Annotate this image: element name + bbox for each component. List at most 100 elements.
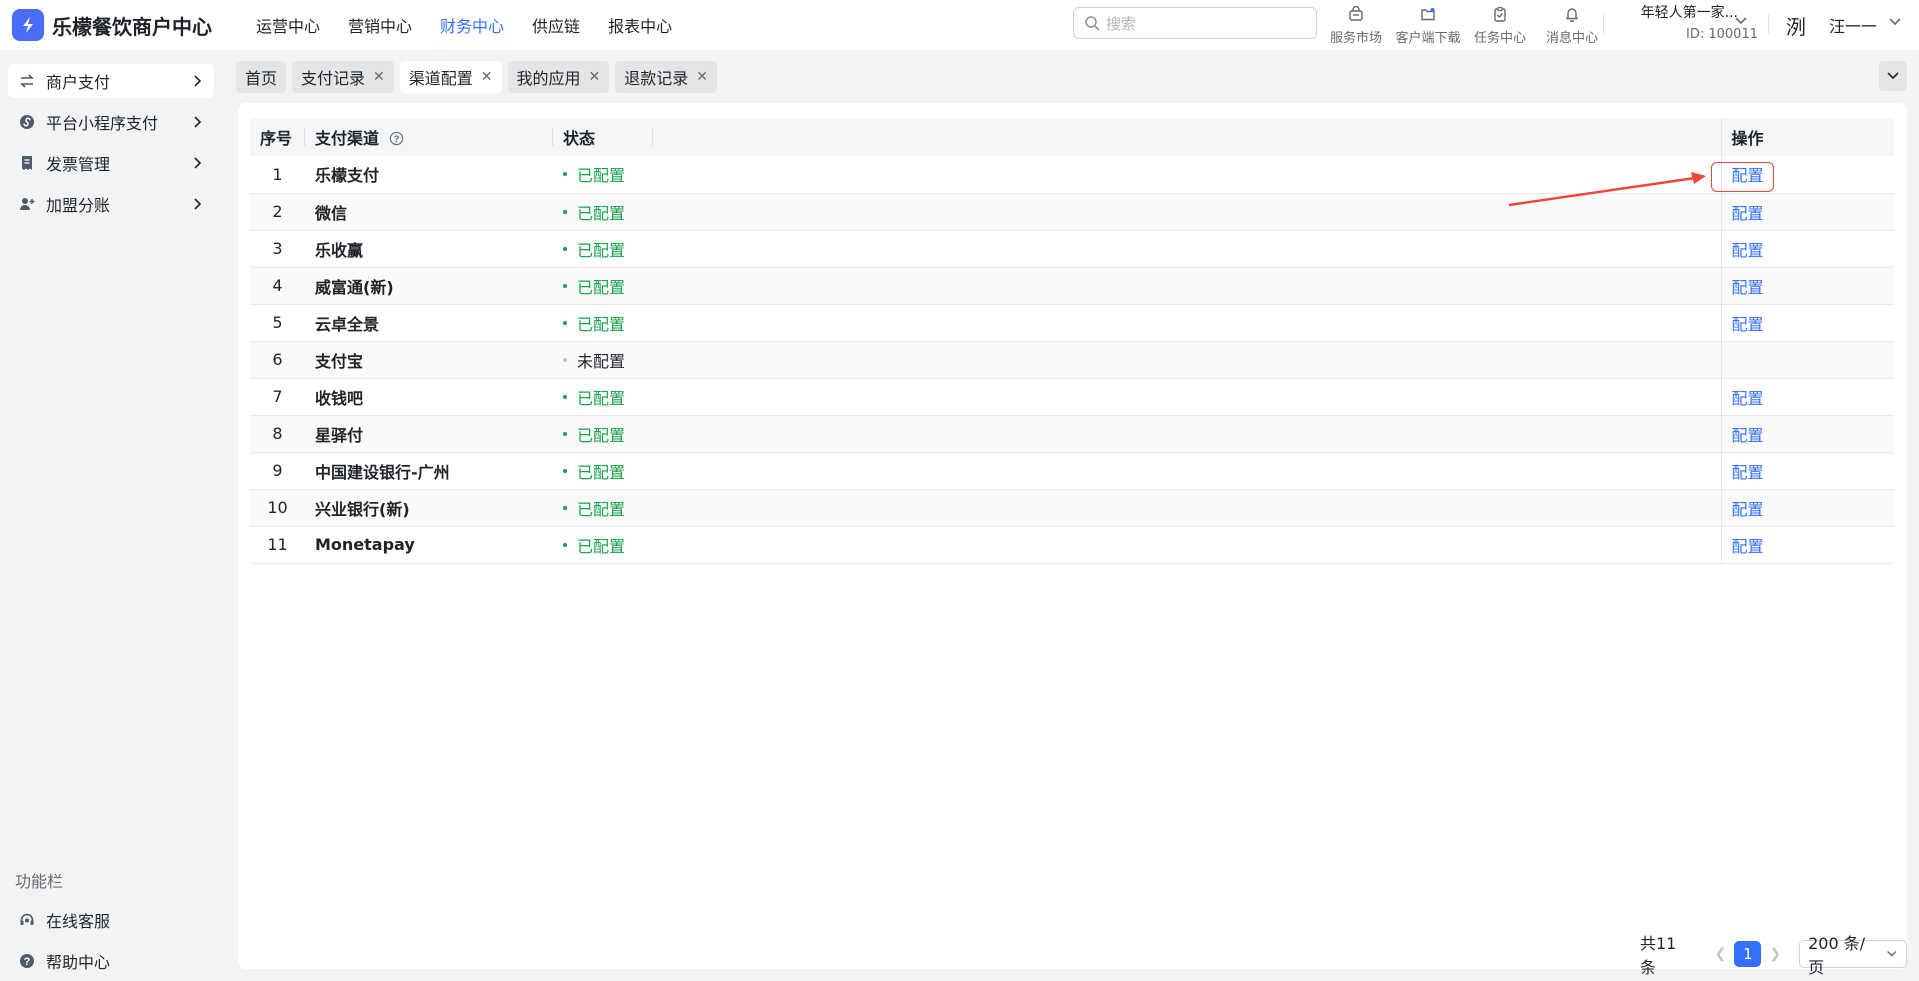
status-text: 已配置 bbox=[577, 425, 626, 445]
status-text: 已配置 bbox=[577, 499, 626, 519]
configure-link[interactable]: 配置 bbox=[1732, 315, 1764, 334]
pagination: 共11条 ❮ 1 ❯ 200 条/页 bbox=[1640, 930, 1907, 978]
status-text: 已配置 bbox=[577, 166, 626, 186]
empty-cell bbox=[653, 489, 1721, 526]
status-badge: 已配置 bbox=[563, 311, 653, 335]
operation-cell bbox=[1720, 341, 1894, 378]
page-size-label: 200 条/页 bbox=[1808, 934, 1866, 977]
prev-page-icon[interactable]: ❮ bbox=[1715, 946, 1727, 962]
help-circle-icon[interactable]: ? bbox=[389, 131, 404, 146]
header-tool[interactable]: 消息中心 bbox=[1536, 2, 1608, 46]
nav-item[interactable]: 报表中心 bbox=[608, 13, 672, 37]
total-count: 共11条 bbox=[1640, 934, 1677, 977]
status-cell: 已配置 bbox=[553, 304, 653, 341]
configure-link[interactable]: 配置 bbox=[1732, 426, 1764, 445]
configure-link[interactable]: 配置 bbox=[1732, 389, 1764, 408]
configure-link[interactable]: 配置 bbox=[1732, 537, 1764, 556]
avatar[interactable]: 洌 bbox=[1786, 11, 1814, 39]
page-tab-label: 退款记录 bbox=[624, 69, 689, 88]
next-page-icon[interactable]: ❯ bbox=[1769, 946, 1781, 962]
nav-item[interactable]: 财务中心 bbox=[440, 13, 504, 37]
header-tool-label: 任务中心 bbox=[1473, 31, 1526, 46]
function-bar-item[interactable]: ? 帮助中心 bbox=[8, 944, 214, 978]
empty-cell bbox=[653, 304, 1721, 341]
operation-cell: 配置 bbox=[1720, 193, 1894, 230]
col-index: 序号 bbox=[250, 118, 305, 156]
sidebar-item[interactable]: 发票管理 bbox=[8, 146, 214, 180]
tabs-menu-button[interactable] bbox=[1879, 61, 1907, 91]
status-text: 已配置 bbox=[577, 536, 626, 556]
empty-cell bbox=[653, 415, 1721, 452]
channel-name: 威富通(新) bbox=[315, 277, 394, 297]
table-header-row: 序号 支付渠道 ? 状态 操作 bbox=[250, 118, 1894, 156]
page-tab[interactable]: 渠道配置 ✕ bbox=[399, 61, 502, 93]
table-row: 7 收钱吧 已配置 配置 bbox=[250, 378, 1894, 415]
page-tab[interactable]: 支付记录 ✕ bbox=[292, 61, 394, 93]
row-index: 2 bbox=[272, 202, 283, 221]
configure-link[interactable]: 配置 bbox=[1732, 500, 1764, 519]
status-text: 已配置 bbox=[577, 277, 626, 297]
page-tabs: 首页 支付记录 ✕ 渠道配置 ✕ 我的应用 ✕ 退款记录 ✕ bbox=[236, 61, 723, 93]
configure-link[interactable]: 配置 bbox=[1732, 204, 1764, 223]
invoice-icon bbox=[18, 154, 36, 172]
empty-cell bbox=[653, 526, 1721, 563]
configure-link[interactable]: 配置 bbox=[1732, 463, 1764, 482]
configure-link[interactable]: 配置 bbox=[1732, 278, 1764, 297]
user-name[interactable]: 汪一一 bbox=[1829, 13, 1877, 37]
operation-cell: 配置 bbox=[1720, 267, 1894, 304]
nav-item[interactable]: 运营中心 bbox=[256, 13, 320, 37]
status-badge: 已配置 bbox=[563, 422, 653, 446]
page-number-current[interactable]: 1 bbox=[1734, 941, 1762, 967]
row-index: 10 bbox=[267, 498, 288, 517]
close-icon[interactable]: ✕ bbox=[589, 69, 601, 85]
status-cell: 已配置 bbox=[553, 156, 653, 193]
page-tab[interactable]: 退款记录 ✕ bbox=[615, 61, 718, 93]
nav-item[interactable]: 营销中心 bbox=[348, 13, 412, 37]
status-badge: 已配置 bbox=[563, 162, 653, 186]
status-dot-icon bbox=[563, 505, 567, 510]
sidebar: 商户支付平台小程序支付发票管理加盟分账 功能栏 在线客服?帮助中心系统更新 bbox=[0, 50, 222, 981]
main-content: 序号 支付渠道 ? 状态 操作 1 乐檬支付 已配置 配置 2 微信 已配置 配置 3 乐收赢 已配… bbox=[238, 103, 1907, 977]
svg-text:?: ? bbox=[24, 956, 31, 968]
table-row: 5 云卓全景 已配置 配置 bbox=[250, 304, 1894, 341]
sidebar-item[interactable]: 商户支付 bbox=[8, 64, 214, 98]
sidebar-item[interactable]: 平台小程序支付 bbox=[8, 105, 214, 139]
sidebar-item[interactable]: 加盟分账 bbox=[8, 187, 214, 221]
function-bar-item[interactable]: 在线客服 bbox=[8, 903, 214, 937]
operation-cell: 配置 bbox=[1720, 378, 1894, 415]
status-badge: 已配置 bbox=[563, 385, 653, 409]
chevron-down-icon bbox=[1887, 72, 1899, 80]
status-badge: 已配置 bbox=[563, 459, 653, 483]
divider bbox=[1768, 14, 1769, 34]
row-index: 7 bbox=[272, 387, 283, 406]
empty-cell bbox=[653, 452, 1721, 489]
header-tool[interactable]: 客户端下载 bbox=[1392, 2, 1464, 46]
row-index: 1 bbox=[272, 164, 283, 184]
nav-item[interactable]: 供应链 bbox=[532, 13, 580, 37]
chevron-down-icon[interactable] bbox=[1888, 15, 1902, 29]
close-icon[interactable]: ✕ bbox=[373, 69, 385, 85]
annotation-arrow bbox=[1508, 172, 1706, 207]
search-input[interactable]: 搜索 bbox=[1073, 7, 1317, 39]
page-tab[interactable]: 首页 bbox=[236, 61, 287, 93]
help-icon: ? bbox=[18, 952, 36, 970]
app-logo[interactable]: 乐檬餐饮商户中心 bbox=[12, 9, 242, 41]
close-icon[interactable]: ✕ bbox=[696, 69, 708, 85]
page-tab[interactable]: 我的应用 ✕ bbox=[507, 61, 610, 93]
download-icon bbox=[1420, 2, 1436, 27]
status-cell: 已配置 bbox=[553, 230, 653, 267]
status-cell: 未配置 bbox=[553, 341, 653, 378]
channel-name: 乐收赢 bbox=[315, 240, 364, 260]
page-size-select[interactable]: 200 条/页 bbox=[1799, 934, 1907, 977]
close-icon[interactable]: ✕ bbox=[481, 69, 493, 85]
status-dot-icon bbox=[563, 209, 567, 214]
header-tool[interactable]: 任务中心 bbox=[1464, 2, 1536, 46]
account-id: ID: 100011 bbox=[1686, 27, 1758, 42]
configure-link[interactable]: 配置 bbox=[1732, 241, 1764, 260]
table-row: 4 威富通(新) 已配置 配置 bbox=[250, 267, 1894, 304]
chevron-down-icon[interactable] bbox=[1734, 14, 1748, 28]
operation-cell: 配置 bbox=[1720, 230, 1894, 267]
status-cell: 已配置 bbox=[553, 489, 653, 526]
header-tool[interactable]: 服务市场 bbox=[1320, 2, 1392, 46]
status-dot-icon bbox=[563, 542, 567, 547]
